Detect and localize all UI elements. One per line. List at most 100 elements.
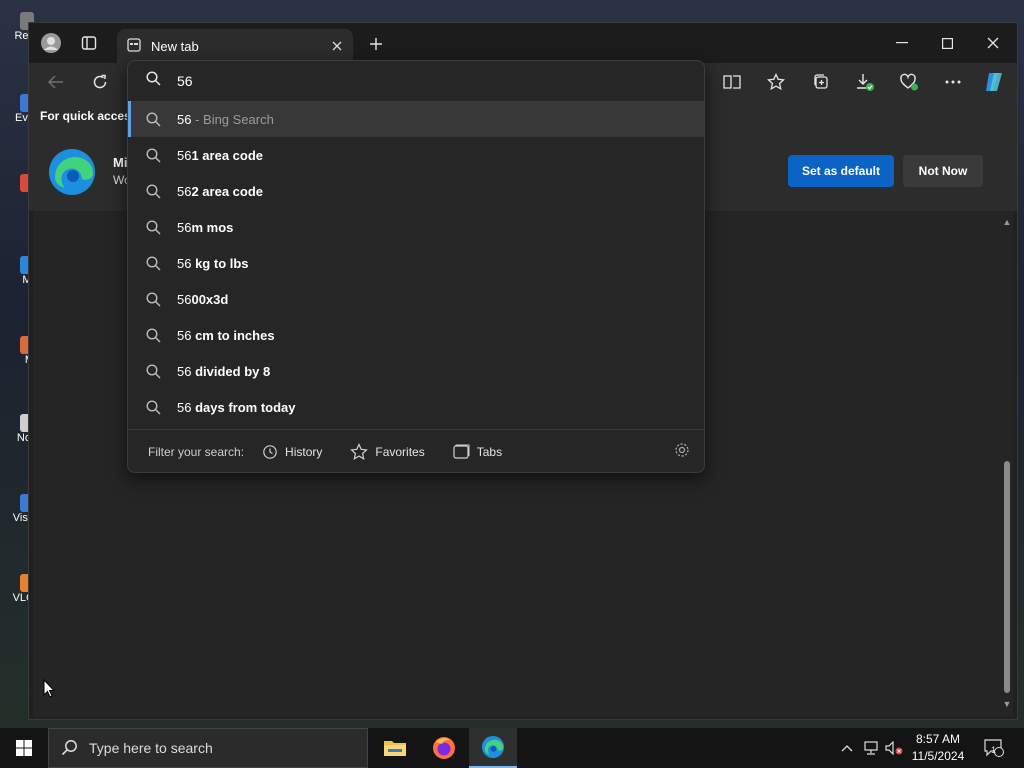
- taskbar-search-box[interactable]: Type here to search: [48, 728, 368, 768]
- tabs-icon: [453, 444, 470, 459]
- search-suggestion[interactable]: 56 days from today: [128, 389, 704, 425]
- suggestion-completion: divided by 8: [191, 363, 271, 379]
- network-icon[interactable]: [860, 728, 882, 768]
- scroll-down-icon[interactable]: ▼: [1001, 699, 1013, 711]
- close-tab-icon[interactable]: [325, 34, 349, 58]
- suggestion-completion: 1 area code: [191, 147, 264, 163]
- tab-actions-icon[interactable]: [79, 33, 99, 53]
- downloads-icon[interactable]: [852, 69, 878, 95]
- show-hidden-icons-chevron-icon[interactable]: [836, 728, 858, 768]
- tab-new-tab[interactable]: New tab: [117, 29, 353, 63]
- more-options-icon[interactable]: [940, 69, 966, 95]
- new-tab-icon[interactable]: [365, 33, 387, 55]
- suggestion-text: 5600x3d: [177, 292, 228, 307]
- firefox-icon[interactable]: [420, 728, 468, 768]
- suggestion-search-icon: [146, 111, 161, 126]
- suggestion-text: 56m mos: [177, 220, 233, 235]
- search-suggestion[interactable]: 5600x3d: [128, 281, 704, 317]
- suggestion-search-icon: [146, 399, 161, 414]
- volume-muted-icon[interactable]: [883, 728, 905, 768]
- set-as-default-button[interactable]: Set as default: [788, 155, 894, 187]
- back-arrow-icon[interactable]: [43, 69, 69, 95]
- suggestion-text: 56 kg to lbs: [177, 256, 249, 271]
- address-bar[interactable]: [128, 61, 704, 101]
- suggestion-search-icon: [146, 219, 161, 234]
- suggestion-prefix: 56: [177, 183, 192, 199]
- suggestion-search-icon: [146, 147, 161, 162]
- profile-icon[interactable]: [39, 31, 63, 55]
- edge-taskbar-icon[interactable]: [469, 728, 517, 768]
- search-icon: [146, 71, 161, 91]
- minimize-icon[interactable]: [889, 31, 915, 55]
- suggestion-text: 56 - Bing Search: [177, 112, 274, 127]
- banner-title: Mi: [113, 155, 128, 170]
- history-icon: [263, 444, 277, 459]
- address-bar-dropdown: 56 - Bing Search561 area code562 area co…: [127, 60, 705, 473]
- search-suggestion[interactable]: 56 - Bing Search: [128, 101, 704, 137]
- taskbar: Type here to search 8:57 AM 11/5/2024 1: [0, 728, 1024, 768]
- suggestion-prefix: 56: [177, 111, 192, 127]
- search-suggestion[interactable]: 56m mos: [128, 209, 704, 245]
- address-input[interactable]: [177, 73, 657, 89]
- scrollbar-thumb[interactable]: [1004, 461, 1010, 693]
- not-now-button[interactable]: Not Now: [903, 155, 983, 187]
- notification-center-icon[interactable]: 1: [980, 728, 1008, 768]
- suggestion-search-icon: [146, 291, 161, 306]
- file-explorer-icon[interactable]: [371, 728, 419, 768]
- suggestion-completion: cm to inches: [191, 327, 275, 343]
- search-suggestion[interactable]: 562 area code: [128, 173, 704, 209]
- filter-tabs-label: Tabs: [476, 444, 503, 459]
- taskbar-search-icon: [61, 740, 77, 756]
- suggestion-prefix: 56: [177, 399, 192, 415]
- filter-favorites-button[interactable]: Favorites: [350, 442, 425, 461]
- search-suggestion[interactable]: 56 cm to inches: [128, 317, 704, 353]
- suggestion-text: 56 divided by 8: [177, 364, 270, 379]
- reading-view-icon[interactable]: [719, 69, 745, 95]
- suggestion-text: 561 area code: [177, 148, 263, 163]
- suggestion-text: 562 area code: [177, 184, 263, 199]
- copilot-icon[interactable]: [981, 69, 1007, 95]
- filter-tabs-button[interactable]: Tabs: [453, 444, 502, 459]
- suggestion-completion: - Bing Search: [191, 111, 274, 127]
- settings-gear-icon[interactable]: [674, 442, 690, 461]
- tab-title: New tab: [151, 38, 199, 54]
- suggestion-completion: kg to lbs: [191, 255, 249, 271]
- search-suggestion[interactable]: 561 area code: [128, 137, 704, 173]
- start-button[interactable]: [0, 728, 48, 768]
- scroll-up-icon[interactable]: ▲: [1001, 217, 1013, 229]
- suggestion-completion: 00x3d: [191, 291, 229, 307]
- suggestion-prefix: 56: [177, 147, 192, 163]
- suggestion-prefix: 56: [177, 363, 192, 379]
- close-window-icon[interactable]: [980, 31, 1006, 55]
- filter-label: Filter your search:: [148, 444, 245, 459]
- notification-count: 1: [991, 745, 997, 755]
- vertical-scrollbar[interactable]: ▲ ▼: [1001, 213, 1013, 713]
- system-clock[interactable]: 8:57 AM 11/5/2024: [906, 731, 970, 765]
- collections-icon[interactable]: [808, 69, 834, 95]
- suggestion-search-icon: [146, 255, 161, 270]
- browser-essentials-icon[interactable]: [896, 69, 922, 95]
- favorites-star-icon[interactable]: [763, 69, 789, 95]
- clock-time: 8:57 AM: [915, 732, 961, 746]
- search-suggestion[interactable]: 56 divided by 8: [128, 353, 704, 389]
- filter-bar: Filter your search: History Favorites Ta…: [128, 429, 704, 472]
- suggestion-prefix: 56: [177, 291, 192, 307]
- refresh-icon[interactable]: [87, 69, 113, 95]
- favorites-icon: [350, 442, 369, 460]
- suggestion-text: 56 days from today: [177, 400, 296, 415]
- search-suggestion[interactable]: 56 kg to lbs: [128, 245, 704, 281]
- maximize-icon[interactable]: [934, 31, 960, 55]
- edge-logo-icon: [47, 147, 97, 202]
- suggestion-completion: 2 area code: [191, 183, 264, 199]
- suggestion-completion: days from today: [191, 399, 296, 415]
- suggestion-text: 56 cm to inches: [177, 328, 275, 343]
- clock-date: 11/5/2024: [911, 749, 965, 763]
- filter-history-button[interactable]: History: [262, 444, 322, 460]
- suggestion-prefix: 56: [177, 255, 192, 271]
- suggestion-prefix: 56: [177, 327, 192, 343]
- windows-logo-icon: [16, 740, 32, 756]
- taskbar-search-placeholder: Type here to search: [89, 740, 213, 756]
- title-bar: New tab: [29, 23, 1017, 63]
- mouse-cursor-icon: [43, 678, 56, 703]
- suggestion-completion: m mos: [191, 219, 234, 235]
